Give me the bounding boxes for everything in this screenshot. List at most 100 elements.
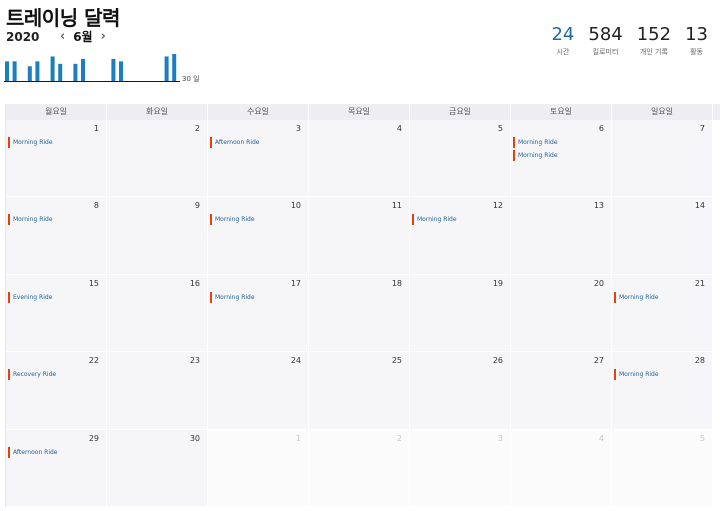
day-events: Evening Ride [8,291,104,305]
day-number: 14 [694,201,705,211]
calendar-day-cell[interactable]: 29 Afternoon Ride [6,429,107,507]
calendar-day-cell[interactable]: 3 Afternoon Ride [208,120,309,198]
stat-value: 13 [685,24,708,45]
calendar-day-cell[interactable]: 26 [410,352,511,430]
calendar-day-cell[interactable]: 3 [410,429,511,507]
calendar-day-cell[interactable]: 5 [612,429,713,507]
weekday-label: 목요일 [309,104,410,120]
day-events: Morning Ride [614,369,710,382]
page-title: 트레이닝 달력 [6,6,120,30]
calendar-day-cell[interactable]: 1 [208,429,309,507]
weekday-label: 토요일 [511,104,612,120]
activity-link[interactable]: Morning Ride [8,214,104,226]
day-number: 6 [598,124,604,133]
calendar-day-cell[interactable]: 22 Recovery Ride [6,352,107,430]
day-events: Afternoon Ride [8,446,104,460]
activity-bar [164,56,169,81]
activity-link[interactable]: Morning Ride [513,150,609,161]
day-number: 18 [391,278,402,288]
day-number: 23 [189,356,200,366]
calendar-day-cell[interactable]: 14 [612,197,713,275]
activity-link[interactable]: Morning Ride [513,137,609,148]
calendar-day-cell[interactable]: 10 Morning Ride [208,197,309,275]
day-number: 30 [189,433,200,443]
day-number: 15 [88,278,99,288]
calendar-day-cell[interactable]: 17 Morning Ride [208,274,309,353]
calendar-day-cell[interactable]: 5 [410,120,511,198]
month-label: 6월 [73,30,93,44]
calendar-day-cell[interactable]: 9 [107,197,208,275]
day-events: Afternoon Ride [210,137,306,150]
month-navigator: ‹ 6월 › [60,28,106,45]
chevron-right-icon[interactable]: › [101,29,106,44]
day-number: 9 [194,201,200,211]
activity-link[interactable]: Afternoon Ride [210,137,306,148]
activity-bar [81,58,85,81]
calendar-day-cell[interactable]: 25 [309,352,410,430]
activity-link[interactable]: Morning Ride [614,369,710,381]
calendar-day-cell[interactable]: 4 [309,120,410,198]
calendar-day-cell[interactable]: 19 [410,274,511,353]
day-number: 1 [93,124,99,133]
calendar-day-cell[interactable]: 2 [309,429,410,507]
calendar-day-cell[interactable]: 24 [208,352,309,430]
stat-value: 152 [636,24,672,45]
activity-bar [119,61,123,81]
activity-link[interactable]: Afternoon Ride [8,446,104,458]
activity-mini-chart-svg [4,54,180,82]
day-number: 13 [593,201,604,211]
activity-mini-chart [4,50,204,84]
day-events: Morning Ride [614,291,710,305]
day-number: 2 [396,433,402,443]
activity-link[interactable]: Morning Ride [8,137,104,148]
activity-link[interactable]: Morning Ride [210,214,306,226]
activity-link[interactable]: Recovery Ride [8,369,104,381]
activity-link[interactable]: Evening Ride [8,291,104,303]
calendar-day-cell[interactable]: 27 [511,352,612,430]
day-number: 4 [598,433,604,443]
stat-label: 활동 [690,48,703,56]
calendar-day-cell[interactable]: 12 Morning Ride [410,197,511,275]
day-number: 27 [593,356,604,366]
day-number: 24 [290,356,301,366]
activity-bar [111,58,116,81]
calendar-day-cell[interactable]: 16 [107,274,208,353]
activity-link[interactable]: Morning Ride [412,214,508,226]
calendar-day-cell[interactable]: 8 Morning Ride [6,197,107,275]
stat-activities: 13 활동 [685,24,708,57]
calendar-day-cell[interactable]: 30 [107,429,208,507]
weekday-label: 화요일 [107,104,208,120]
calendar-day-cell[interactable]: 1 Morning Ride [6,120,107,198]
calendar-day-cell[interactable]: 21 Morning Ride [612,274,713,353]
activity-bar [27,66,32,81]
activity-bar [172,54,177,81]
day-number: 12 [492,201,503,211]
day-events: Recovery Ride [8,369,104,382]
calendar-day-cell[interactable]: 13 [511,197,612,275]
activity-link[interactable]: Morning Ride [210,291,306,303]
day-number: 5 [497,124,503,133]
calendar-day-cell[interactable]: 23 [107,352,208,430]
day-events: Morning Ride Morning Ride [513,137,609,163]
day-number: 3 [497,433,503,443]
day-number: 10 [290,201,301,211]
day-number: 20 [593,278,604,288]
stat-label: 시간 [556,48,570,56]
calendar-day-cell[interactable]: 11 [309,197,410,275]
chevron-left-icon[interactable]: ‹ [60,29,65,44]
stat-value: 24 [551,24,575,45]
weekday-label: 월요일 [6,104,107,120]
calendar-day-cell[interactable]: 6 Morning Ride Morning Ride [511,120,612,198]
stat-label: 개인 기록 [639,48,668,56]
calendar-day-cell[interactable]: 2 [107,120,208,198]
calendar-day-cell[interactable]: 4 [511,429,612,507]
calendar-day-cell[interactable]: 20 [511,274,612,353]
calendar-day-cell[interactable]: 7 [612,120,713,198]
calendar-day-cell[interactable]: 15 Evening Ride [6,274,107,353]
activity-link[interactable]: Morning Ride [614,291,710,303]
calendar-day-cell[interactable]: 18 [309,274,410,353]
day-number: 25 [391,356,402,366]
chart-axis-label: 30 일 [182,75,200,83]
calendar-day-cell[interactable]: 28 Morning Ride [612,352,713,430]
day-number: 3 [295,124,301,133]
